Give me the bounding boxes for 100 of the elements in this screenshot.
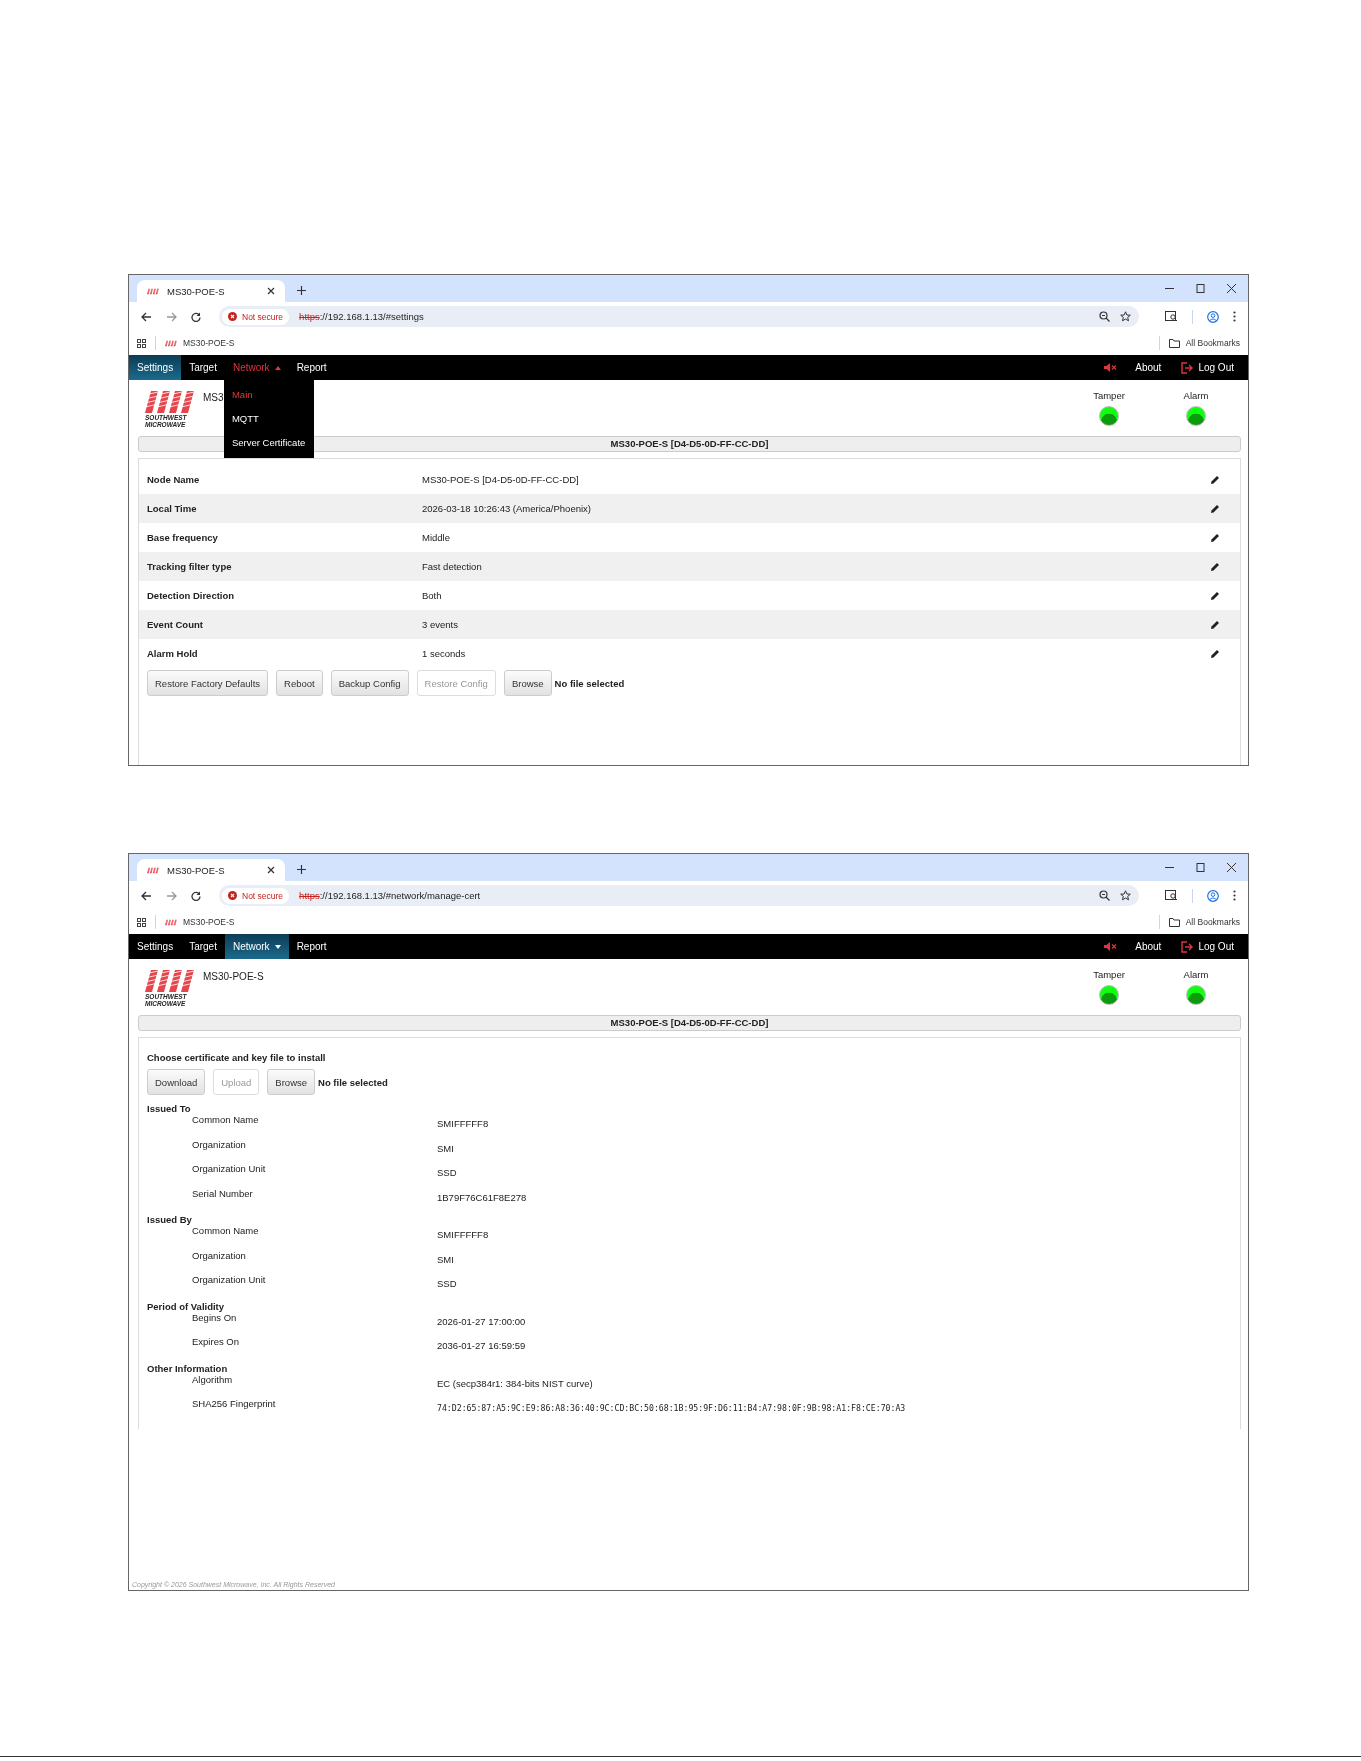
forward-icon[interactable] [166,890,177,901]
setting-value: Fast detection [422,561,482,572]
edit-icon[interactable] [1210,503,1220,514]
field-value: 74:D2:65:87:A5:9C:E9:86:A8:36:40:9C:CD:BC:50:68:1B:95:9F:D6:11:B4:A7:98:0F:9B:98:A1:F8:CE:70:A3 [437,1402,906,1415]
section-heading: Issued By [147,1214,193,1225]
nav-tab[interactable]: Settings [129,355,182,380]
nav-tab[interactable]: Settings [129,934,182,959]
menu-item[interactable]: MQTT [223,407,314,431]
edit-icon[interactable] [1210,619,1220,630]
setting-label: Alarm Hold [147,648,199,659]
nav-tab[interactable]: Network [224,934,289,959]
field-label: Organization [191,1249,247,1263]
zoom-icon[interactable] [1099,311,1110,322]
edit-icon[interactable] [1210,561,1220,572]
about-link[interactable]: About [1127,355,1170,380]
browser-tab[interactable]: MS30-POE-S [137,859,285,881]
field-value: SMIFFFFF8 [437,1228,489,1242]
all-bookmarks-button[interactable]: All Bookmarks [1168,917,1240,927]
apps-icon[interactable] [137,917,146,927]
device-name: MS30-POE-S [203,971,264,982]
section-heading: Choose certificate and key file to install [147,1052,327,1063]
new-tab-icon[interactable] [297,286,306,295]
new-tab-icon[interactable] [297,865,306,874]
logout-icon [1181,940,1194,953]
action-button[interactable]: Browse [503,670,552,696]
edit-icon[interactable] [1210,532,1220,543]
back-icon[interactable] [141,890,152,901]
warning-icon [228,312,237,321]
close-icon[interactable] [1227,863,1236,872]
close-icon[interactable] [1227,284,1236,293]
field-label: Organization Unit [191,1274,267,1287]
nav-tab[interactable]: Target [181,355,225,380]
mute-icon[interactable] [1104,942,1118,951]
setting-label: Base frequency [147,532,219,543]
action-button[interactable]: Backup Config [330,670,409,696]
field-value: EC (secp384r1: 384-bits NIST curve) [437,1376,593,1391]
logout-link[interactable]: Log Out [1169,934,1242,959]
reload-icon[interactable] [191,311,201,322]
security-chip[interactable]: Not secure [222,887,290,904]
security-chip[interactable]: Not secure [222,308,290,325]
close-icon[interactable] [267,287,275,295]
reload-icon[interactable] [191,890,201,901]
menu-item[interactable]: Main [223,383,314,407]
folder-icon [1168,917,1180,927]
zoom-icon[interactable] [1099,890,1110,901]
nav-tab[interactable]: Target [181,934,225,959]
section-heading: Issued To [147,1103,192,1114]
tab-search-icon[interactable] [1165,890,1178,901]
file-status: No file selected [318,1076,388,1088]
logout-link[interactable]: Log Out [1169,355,1242,380]
action-button[interactable]: Reboot [276,670,323,696]
field-label: Expires On [191,1336,240,1349]
setting-value: MS30-POE-S [D4-D5-0D-FF-CC-DD] [422,474,579,485]
logo-icon [147,287,159,295]
browser-tab[interactable]: MS30-POE-S [137,280,285,302]
field-value: SSD [437,1166,457,1180]
setting-label: Node Name [147,474,201,485]
action-button[interactable]: Browse [267,1069,316,1095]
field-label: Begins On [192,1311,238,1325]
menu-icon[interactable] [1233,890,1236,901]
bookmark-link[interactable]: MS30-POE-S [165,338,235,348]
nav-tab[interactable]: Report [288,355,335,380]
edit-icon[interactable] [1210,590,1220,601]
nav-tab[interactable]: Network [224,355,289,380]
profile-icon[interactable] [1207,310,1219,323]
field-value: 1B79F76C61F8E278 [437,1190,527,1205]
field-label: SHA256 Fingerprint [191,1398,277,1411]
edit-icon[interactable] [1210,648,1220,659]
mute-icon[interactable] [1104,363,1118,372]
all-bookmarks-button[interactable]: All Bookmarks [1168,338,1240,348]
device-title-bar: MS30-POE-S [D4-D5-0D-FF-CC-DD] [138,1015,1241,1031]
setting-label: Local Time [147,503,198,514]
maximize-icon[interactable] [1196,284,1205,293]
edit-icon[interactable] [1210,474,1220,485]
tab-search-icon[interactable] [1165,311,1178,322]
profile-icon[interactable] [1207,889,1219,902]
bookmark-link[interactable]: MS30-POE-S [165,917,235,927]
folder-icon [1168,338,1180,348]
field-label: Serial Number [191,1187,254,1201]
address-field[interactable]: Not secure https://192.168.1.13/#settings [219,306,1139,327]
star-icon[interactable] [1120,890,1131,901]
action-button[interactable]: Restore Factory Defaults [147,670,269,696]
menu-item[interactable]: Server Certificate [223,431,314,455]
forward-icon[interactable] [166,311,177,322]
maximize-icon[interactable] [1196,863,1205,872]
logo-icon [165,918,177,926]
about-link[interactable]: About [1127,934,1170,959]
setting-value: Both [422,590,442,601]
apps-icon[interactable] [137,338,146,348]
close-icon[interactable] [267,866,275,874]
address-field[interactable]: Not secure https://192.168.1.13/#network/manage-cert [219,885,1139,906]
field-label: Common Name [191,1225,260,1238]
star-icon[interactable] [1120,311,1131,322]
setting-value: 2026-03-18 10:26:43 (America/Phoenix) [422,503,591,514]
back-icon[interactable] [141,311,152,322]
menu-icon[interactable] [1233,311,1236,322]
nav-tab[interactable]: Report [288,934,335,959]
action-button[interactable]: Download [147,1069,206,1095]
section-heading: Other Information [147,1362,229,1374]
logout-icon [1181,361,1194,374]
